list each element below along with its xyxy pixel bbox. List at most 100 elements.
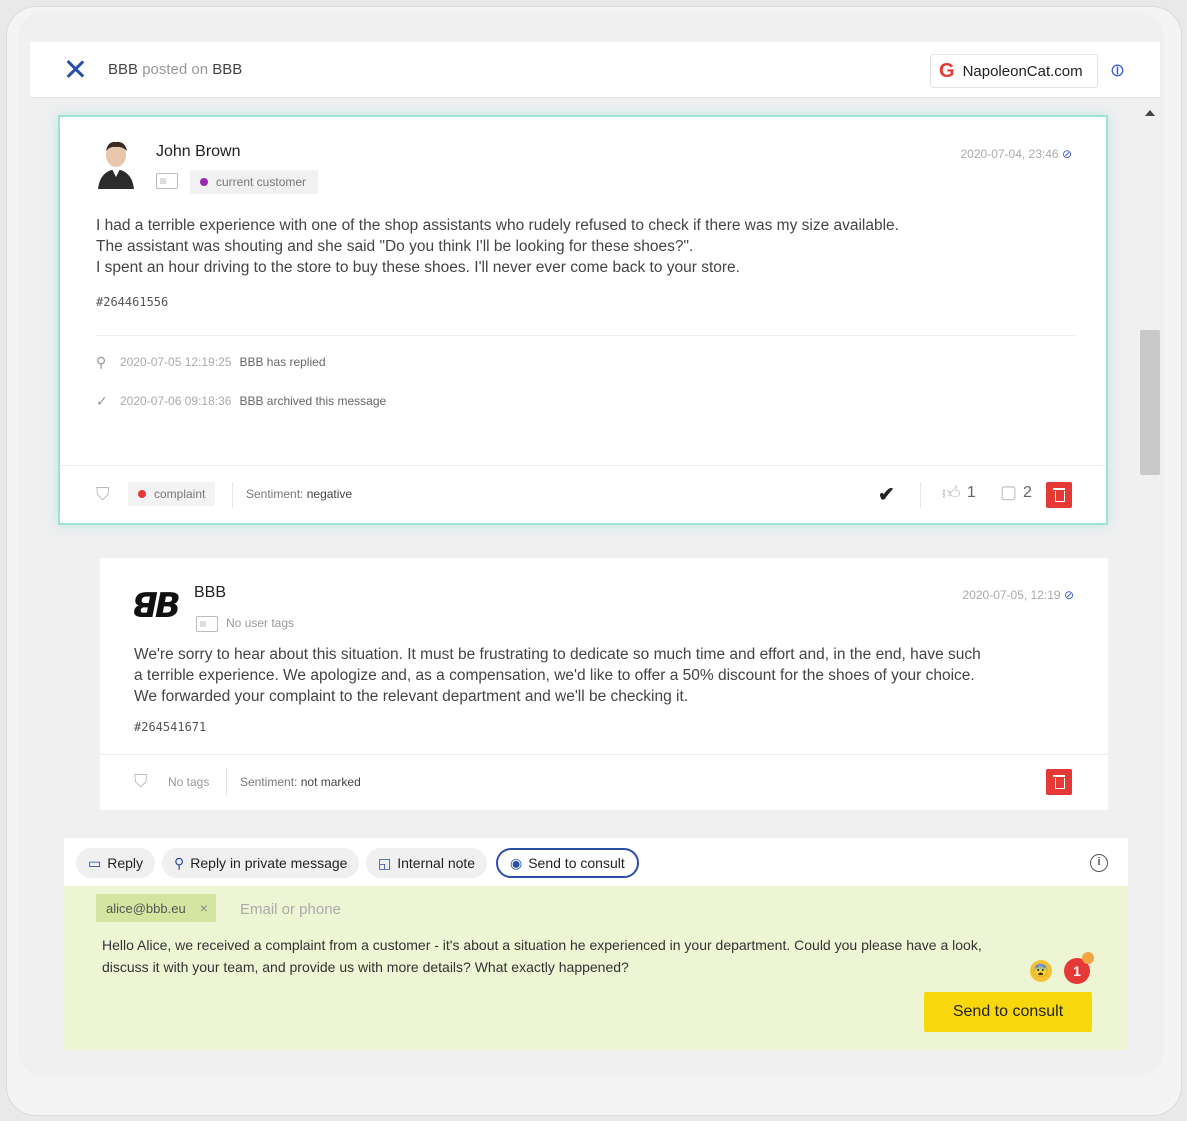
- message-line: Hello Alice, we received a complaint fro…: [102, 937, 982, 953]
- private-message-icon: ⚲: [174, 854, 185, 871]
- message-input[interactable]: Hello Alice, we received a complaint fro…: [102, 934, 1022, 978]
- post-author: BBB: [108, 61, 139, 78]
- post-timestamp-text: 2020-07-04, 23:46: [960, 147, 1059, 161]
- external-link-icon[interactable]: ⊘: [1064, 588, 1074, 602]
- event-replied: ⚲ 2020-07-05 12:19:25 BBB has replied: [96, 355, 326, 369]
- post-message: I had a terrible experience with one of …: [96, 215, 996, 278]
- source-label: NapoleonCat.com: [962, 62, 1083, 80]
- sentiment[interactable]: Sentiment: negative: [246, 487, 352, 501]
- source-link-button[interactable]: G NapoleonCat.com: [930, 54, 1098, 88]
- reply-timestamp-text: 2020-07-05, 12:19: [962, 588, 1061, 602]
- reply-timestamp[interactable]: 2020-07-05, 12:19 ⊘: [963, 588, 1075, 602]
- event-time: 2020-07-06 09:18:36: [120, 394, 232, 408]
- tag-icon[interactable]: ⛉: [134, 771, 148, 792]
- posted-on-text: posted on: [142, 61, 209, 78]
- email-field[interactable]: [240, 896, 640, 922]
- reply-id: #264541671: [134, 720, 207, 734]
- sentiment-value: negative: [306, 487, 353, 501]
- recipient-email: alice@bbb.eu: [106, 900, 186, 916]
- archive-check-icon: ✓: [96, 393, 108, 409]
- archive-check-icon[interactable]: ✔: [878, 482, 895, 507]
- emoji-icon[interactable]: 😨: [1030, 960, 1052, 982]
- likes-count[interactable]: 👍︎ 1: [942, 482, 976, 504]
- chat-icon: ▭: [88, 854, 102, 871]
- comment-icon: ▢: [1000, 482, 1018, 502]
- event-time: 2020-07-05 12:19:25: [120, 355, 232, 369]
- tab-internal-note[interactable]: ◱ Internal note: [366, 848, 488, 878]
- tab-reply[interactable]: ▭ Reply: [76, 848, 156, 878]
- tag-chip[interactable]: complaint: [128, 482, 216, 506]
- post-message-line: I had a terrible experience with one of …: [96, 217, 899, 234]
- post-id: #264461556: [96, 295, 169, 309]
- no-user-tags: No user tags: [226, 616, 295, 630]
- badge-indicator: [1082, 952, 1094, 964]
- tab-send-to-consult[interactable]: ◉ Send to consult: [496, 848, 639, 878]
- comments-count[interactable]: ▢ 2: [1000, 482, 1032, 503]
- tab-reply-private[interactable]: ⚲ Reply in private message: [162, 848, 360, 878]
- post-card: John Brown current customer 2020-07-04, …: [58, 115, 1108, 525]
- user-tag-dot: [200, 178, 208, 186]
- scroll-thumb[interactable]: [1140, 330, 1160, 475]
- avatar: [98, 141, 134, 189]
- delete-reply-button[interactable]: [1046, 769, 1072, 795]
- tag-dot: [138, 490, 146, 498]
- reply-author-name[interactable]: BBB: [194, 584, 226, 602]
- thumbs-up-icon: 👍︎: [942, 483, 961, 503]
- sentiment-label: Sentiment:: [246, 487, 304, 501]
- tab-label: Send to consult: [528, 855, 625, 871]
- note-icon: ◱: [378, 854, 392, 871]
- google-icon: G: [939, 59, 955, 82]
- sentiment[interactable]: Sentiment: not marked: [240, 775, 361, 789]
- page-title: BBB posted on BBB: [108, 61, 242, 78]
- separator: [920, 482, 921, 508]
- user-tag-label: current customer: [216, 175, 307, 189]
- sentiment-label: Sentiment:: [240, 775, 298, 789]
- consult-icon: ◉: [510, 854, 523, 871]
- no-tags: No tags: [168, 775, 210, 789]
- user-tag[interactable]: current customer: [190, 170, 319, 194]
- post-footer: ⛉ complaint Sentiment: negative ✔ 👍︎ 1 ▢…: [60, 465, 1106, 523]
- composer: ▭ Reply ⚲ Reply in private message ◱ Int…: [64, 838, 1128, 1050]
- event-text: BBB archived this message: [239, 394, 387, 408]
- tab-label: Reply: [107, 855, 144, 871]
- composer-tabs: ▭ Reply ⚲ Reply in private message ◱ Int…: [64, 838, 1128, 886]
- event-text: BBB has replied: [239, 355, 326, 369]
- scroll-up-icon[interactable]: [1145, 110, 1155, 116]
- reply-message: We're sorry to hear about this situation…: [134, 644, 1054, 707]
- reply-message-line: We're sorry to hear about this situation…: [134, 646, 981, 663]
- tag-icon[interactable]: ⛉: [96, 484, 110, 505]
- divider: [96, 335, 1076, 336]
- brand-logo: ꓭB: [132, 586, 181, 626]
- likes-value: 1: [966, 484, 976, 501]
- info-icon[interactable]: i: [1090, 854, 1108, 872]
- reply-footer: ⛉ No tags Sentiment: not marked: [100, 754, 1108, 810]
- remove-recipient-icon[interactable]: ×: [200, 900, 208, 916]
- message-line: discuss it with your team, and provide u…: [102, 959, 629, 975]
- id-card-icon[interactable]: [196, 616, 218, 632]
- tag-label: complaint: [154, 487, 206, 501]
- reply-message-line: a terrible experience. We apologize and,…: [134, 667, 975, 684]
- link-icon[interactable]: ⊘: [1105, 58, 1131, 84]
- id-card-icon[interactable]: [156, 173, 178, 189]
- delete-post-button[interactable]: [1046, 482, 1072, 508]
- post-message-line: I spent an hour driving to the store to …: [96, 259, 740, 276]
- sentiment-value: not marked: [300, 775, 361, 789]
- close-icon[interactable]: [64, 58, 86, 80]
- send-to-consult-button[interactable]: Send to consult: [924, 992, 1092, 1032]
- post-author-name[interactable]: John Brown: [156, 143, 241, 161]
- comments-value: 2: [1023, 483, 1032, 501]
- reply-event-icon: ⚲: [96, 354, 107, 370]
- recipient-chip[interactable]: alice@bbb.eu ×: [96, 894, 216, 922]
- post-message-line: The assistant was shouting and she said …: [96, 238, 694, 255]
- scrollbar[interactable]: [1138, 100, 1160, 1060]
- reply-card: ꓭB BBB No user tags 2020-07-05, 12:19 ⊘ …: [100, 558, 1108, 810]
- post-timestamp[interactable]: 2020-07-04, 23:46 ⊘: [961, 147, 1073, 161]
- tab-label: Reply in private message: [190, 855, 348, 871]
- separator: [226, 769, 227, 795]
- top-bar: BBB posted on BBB G NapoleonCat.com ⊘: [30, 42, 1160, 98]
- external-link-icon[interactable]: ⊘: [1062, 147, 1072, 161]
- reply-message-line: We forwarded your complaint to the relev…: [134, 688, 689, 705]
- separator: [232, 482, 233, 508]
- tab-label: Internal note: [397, 855, 476, 871]
- page-name: BBB: [212, 61, 243, 78]
